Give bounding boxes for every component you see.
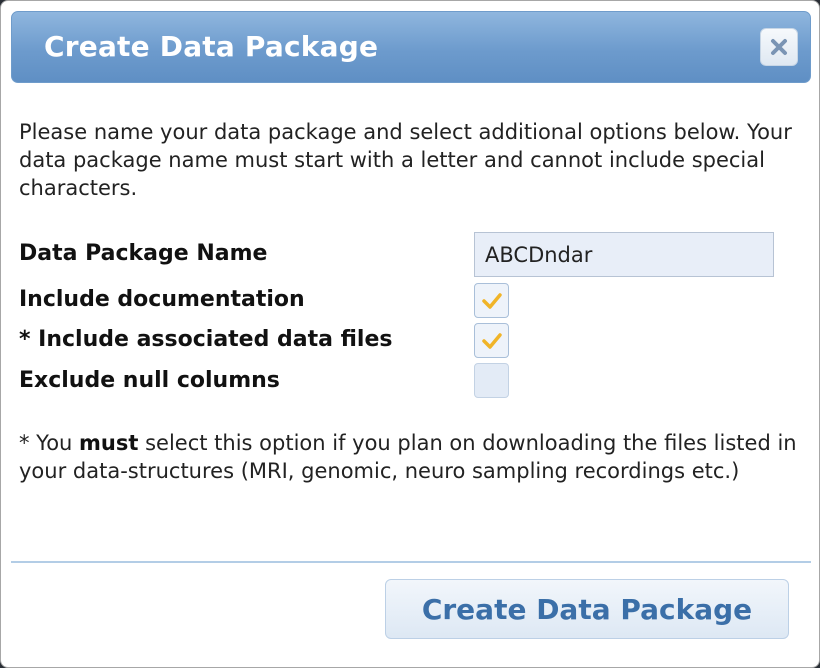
checkmark-icon	[481, 332, 502, 349]
close-button[interactable]	[760, 28, 798, 66]
associated-files-note: * You must select this option if you pla…	[19, 429, 799, 485]
footer-divider	[11, 561, 811, 563]
dialog-title: Create Data Package	[44, 30, 379, 63]
include-documentation-label: Include documentation	[19, 287, 305, 312]
checkmark-icon	[481, 292, 502, 309]
intro-text: Please name your data package and select…	[19, 120, 792, 200]
create-data-package-button[interactable]: Create Data Package	[385, 579, 789, 639]
include-associated-data-files-label: * Include associated data files	[19, 327, 393, 352]
include-associated-data-files-checkbox[interactable]	[474, 323, 509, 358]
dialog-titlebar[interactable]: Create Data Package	[11, 11, 811, 83]
data-package-name-label: Data Package Name	[19, 241, 268, 266]
close-icon	[771, 39, 787, 55]
data-package-name-input[interactable]	[474, 232, 774, 277]
exclude-null-columns-checkbox[interactable]	[474, 363, 509, 398]
note-prefix: * You	[19, 431, 80, 455]
include-documentation-checkbox[interactable]	[474, 283, 509, 318]
exclude-null-columns-label: Exclude null columns	[19, 368, 280, 393]
note-emphasis: must	[79, 431, 139, 455]
create-data-package-dialog: Create Data Package Please name your dat…	[0, 0, 820, 668]
